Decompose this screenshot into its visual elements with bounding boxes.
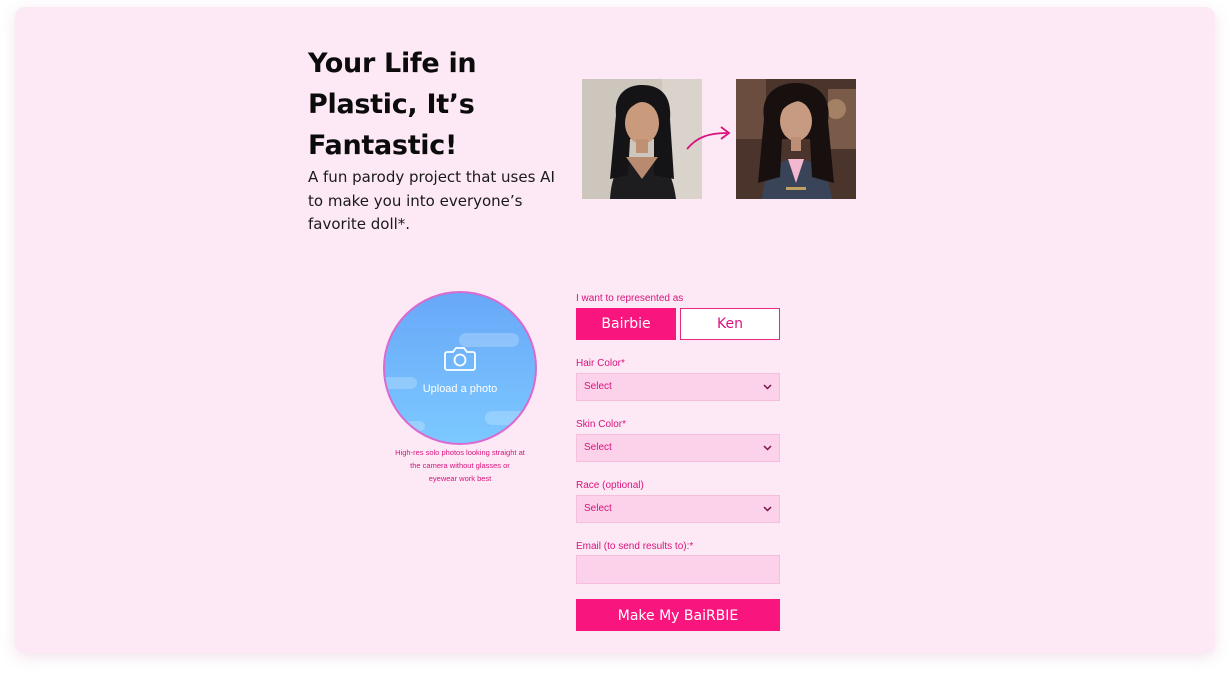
- race-value: Select: [584, 503, 612, 514]
- ken-option-button[interactable]: Ken: [680, 308, 780, 340]
- make-my-bairbie-button[interactable]: Make My BaiRBIE: [576, 599, 780, 631]
- upload-hint: High-res solo photos looking straight at…: [395, 448, 525, 483]
- represent-label: I want to represented as: [576, 293, 684, 304]
- hero-subtitle: A fun parody project that uses AI to mak…: [308, 168, 555, 233]
- skin-color-label: Skin Color*: [576, 419, 627, 430]
- camera-icon: [444, 347, 476, 371]
- email-field[interactable]: [576, 555, 780, 584]
- skin-color-value: Select: [584, 442, 612, 453]
- email-label: Email (to send results to):*: [576, 541, 694, 552]
- bairbie-option-button[interactable]: Bairbie: [576, 308, 676, 340]
- upload-label: Upload a photo: [422, 383, 498, 395]
- skin-color-select[interactable]: Select: [576, 434, 780, 462]
- hero-title: Your Life in Plastic, It’s Fantastic!: [308, 48, 477, 161]
- race-select[interactable]: Select: [576, 495, 780, 523]
- hair-color-label: Hair Color*: [576, 358, 625, 369]
- chevron-down-icon: [763, 506, 772, 512]
- main-card: Your Life in Plastic, It’s Fantastic! A …: [15, 7, 1215, 653]
- upload-photo-button[interactable]: Upload a photo: [383, 291, 537, 445]
- curved-arrow-icon: [686, 126, 731, 150]
- hair-color-select[interactable]: Select: [576, 373, 780, 401]
- race-label: Race (optional): [576, 480, 644, 491]
- chevron-down-icon: [763, 445, 772, 451]
- hair-color-value: Select: [584, 381, 612, 392]
- after-photo: [736, 79, 856, 199]
- chevron-down-icon: [763, 384, 772, 390]
